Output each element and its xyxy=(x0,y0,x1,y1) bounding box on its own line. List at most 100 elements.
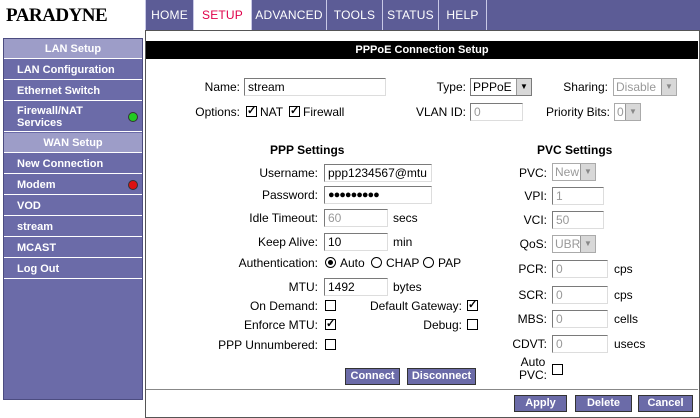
firewall-label: Firewall xyxy=(303,105,345,119)
name-label: Name: xyxy=(204,80,240,94)
sidebar-item-ethernet-switch[interactable]: Ethernet Switch xyxy=(4,81,142,101)
auth-chap-radio[interactable] xyxy=(371,257,382,268)
qos-select-value: UBR xyxy=(555,237,581,251)
on-demand-checkbox[interactable] xyxy=(325,300,336,311)
tab-setup[interactable]: SETUP xyxy=(193,0,251,30)
auto-pvc-label: Auto PVC: xyxy=(519,356,547,382)
default-gateway-checkbox[interactable]: ✓ xyxy=(467,300,478,311)
enforce-mtu-checkbox[interactable]: ✓ xyxy=(325,319,336,330)
sidebar: LAN Setup LAN Configuration Ethernet Swi… xyxy=(3,38,143,400)
sidebar-item-lan-configuration[interactable]: LAN Configuration xyxy=(4,60,142,80)
sidebar-item-modem-label: Modem xyxy=(17,179,56,191)
pvc-settings-heading: PVC Settings xyxy=(537,143,613,157)
sidebar-item-firewall-line1: Firewall/NAT xyxy=(17,105,83,117)
page-title: PPPoE Connection Setup xyxy=(146,41,698,59)
mtu-field[interactable]: 1492 xyxy=(324,278,388,296)
chevron-down-icon: ▼ xyxy=(516,79,531,95)
status-ok-icon xyxy=(128,112,138,122)
idle-timeout-unit: secs xyxy=(393,211,418,225)
auth-auto-radio[interactable] xyxy=(325,257,336,268)
vpi-field[interactable]: 1 xyxy=(552,187,604,205)
username-field[interactable]: ppp1234567@mtu xyxy=(324,164,432,182)
delete-button[interactable]: Delete xyxy=(575,395,632,412)
scr-field[interactable]: 0 xyxy=(552,286,608,304)
password-label: Password: xyxy=(261,188,318,202)
sidebar-item-vod[interactable]: VOD xyxy=(4,196,142,216)
pvc-label: PVC: xyxy=(518,166,547,180)
cdvt-label: CDVT: xyxy=(512,337,547,351)
chevron-down-icon: ▼ xyxy=(580,236,595,252)
top-nav: HOME SETUP ADVANCED TOOLS STATUS HELP xyxy=(145,0,700,30)
type-select-value: PPPoE xyxy=(473,80,512,94)
options-label: Options: xyxy=(195,105,240,119)
sidebar-item-logout[interactable]: Log Out xyxy=(4,259,142,279)
auth-auto-label: Auto xyxy=(340,256,365,270)
mtu-unit: bytes xyxy=(393,280,422,294)
vci-label: VCI: xyxy=(523,213,547,227)
scr-unit: cps xyxy=(614,288,633,302)
pcr-field[interactable]: 0 xyxy=(552,260,608,278)
pvc-select-value: New xyxy=(555,165,580,179)
sidebar-item-firewall-nat[interactable]: Firewall/NAT Services xyxy=(4,102,142,132)
sharing-select[interactable]: Disable ▼ xyxy=(613,78,677,96)
sidebar-item-new-connection[interactable]: New Connection xyxy=(4,154,142,174)
name-field[interactable]: stream xyxy=(244,78,386,96)
vlan-field[interactable]: 0 xyxy=(470,103,523,121)
debug-checkbox[interactable] xyxy=(467,319,478,330)
tab-help[interactable]: HELP xyxy=(438,0,486,30)
ppp-unnumbered-checkbox[interactable] xyxy=(325,339,336,350)
sidebar-item-stream[interactable]: stream xyxy=(4,217,142,237)
cdvt-field[interactable]: 0 xyxy=(552,335,608,353)
pvc-select[interactable]: New ▼ xyxy=(552,163,596,181)
chevron-down-icon: ▼ xyxy=(580,164,595,180)
ppp-unnumbered-label: PPP Unnumbered: xyxy=(218,338,318,352)
apply-button[interactable]: Apply xyxy=(514,395,567,412)
debug-label: Debug: xyxy=(423,318,462,332)
vpi-label: VPI: xyxy=(524,189,547,203)
tab-advanced[interactable]: ADVANCED xyxy=(251,0,326,30)
mtu-label: MTU: xyxy=(288,280,318,294)
sidebar-header-wan: WAN Setup xyxy=(4,133,142,153)
idle-timeout-label: Idle Timeout: xyxy=(249,211,318,225)
tab-status[interactable]: STATUS xyxy=(382,0,438,30)
auth-pap-radio[interactable] xyxy=(423,257,434,268)
nat-checkbox[interactable]: ✓ xyxy=(246,106,257,117)
status-error-icon xyxy=(128,180,138,190)
tab-home[interactable]: HOME xyxy=(145,0,193,30)
keep-alive-label: Keep Alive: xyxy=(257,235,318,249)
priority-bits-select[interactable]: 0 ▼ xyxy=(614,103,641,121)
vci-field[interactable]: 50 xyxy=(552,211,604,229)
keep-alive-field[interactable]: 10 xyxy=(324,233,388,251)
type-select[interactable]: PPPoE ▼ xyxy=(470,78,532,96)
priority-bits-label: Priority Bits: xyxy=(545,105,610,119)
sidebar-header-lan: LAN Setup xyxy=(4,39,142,59)
on-demand-label: On Demand: xyxy=(249,299,318,313)
auth-pap-label: PAP xyxy=(438,256,462,270)
idle-timeout-field[interactable]: 60 xyxy=(324,209,388,227)
connect-button[interactable]: Connect xyxy=(345,368,400,385)
pcr-unit: cps xyxy=(614,262,633,276)
mbs-field[interactable]: 0 xyxy=(552,310,608,328)
nav-filler xyxy=(486,0,700,30)
ppp-settings-heading: PPP Settings xyxy=(270,143,345,157)
cancel-button[interactable]: Cancel xyxy=(638,395,693,412)
enforce-mtu-label: Enforce MTU: xyxy=(243,318,318,332)
password-field[interactable]: ●●●●●●●●● xyxy=(324,186,432,204)
mbs-unit: cells xyxy=(614,312,639,326)
auto-pvc-checkbox[interactable] xyxy=(552,364,563,375)
vlan-label: VLAN ID: xyxy=(415,105,466,119)
qos-select[interactable]: UBR ▼ xyxy=(552,235,596,253)
auto-pvc-label-line1: Auto xyxy=(520,355,546,369)
sidebar-item-modem[interactable]: Modem xyxy=(4,175,142,195)
scr-label: SCR: xyxy=(518,288,547,302)
auth-chap-label: CHAP xyxy=(386,256,420,270)
sidebar-item-mcast[interactable]: MCAST xyxy=(4,238,142,258)
sharing-select-value: Disable xyxy=(616,80,657,94)
firewall-checkbox[interactable]: ✓ xyxy=(289,106,300,117)
disconnect-button[interactable]: Disconnect xyxy=(407,368,476,385)
sidebar-item-firewall-line2: Services xyxy=(17,117,63,129)
logo-text: PARADYNE xyxy=(6,5,108,26)
default-gateway-label: Default Gateway: xyxy=(369,299,462,313)
sharing-label: Sharing: xyxy=(563,80,608,94)
tab-tools[interactable]: TOOLS xyxy=(326,0,382,30)
